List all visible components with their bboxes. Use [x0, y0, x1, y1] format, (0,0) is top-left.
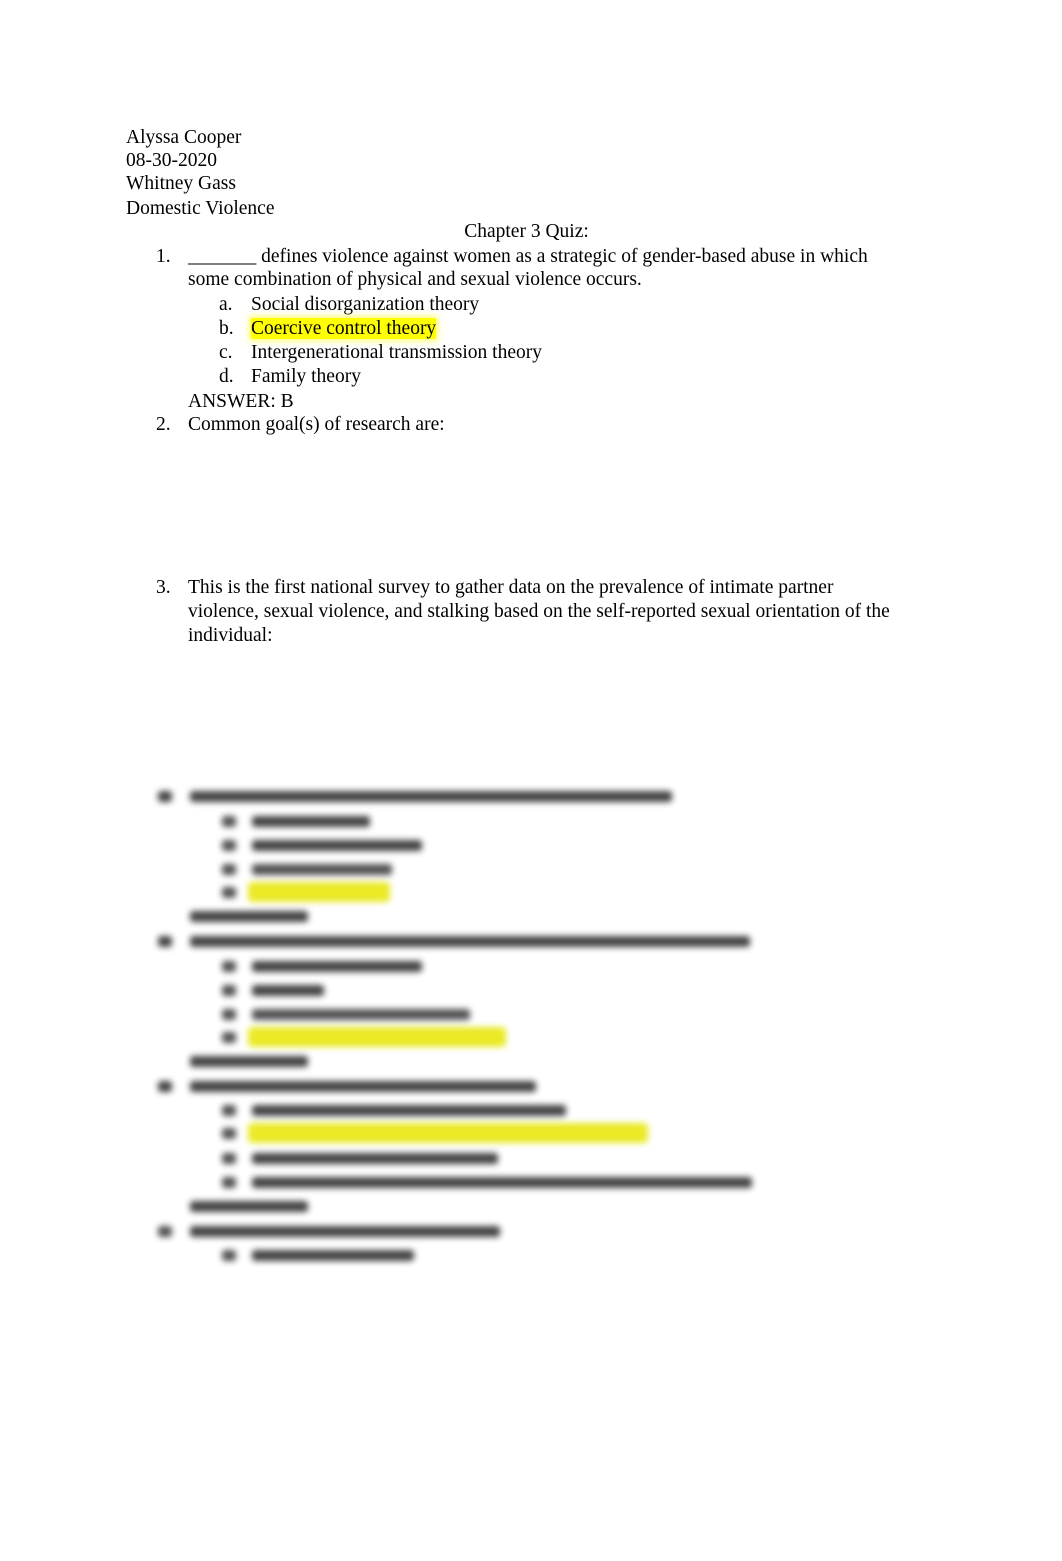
blurred-text [252, 1105, 566, 1116]
blurred-text [222, 961, 236, 972]
blurred-text [190, 791, 672, 802]
blurred-text [158, 936, 172, 947]
course-name: Domestic Violence [126, 198, 275, 219]
question-text: some combination of physical and sexual … [188, 269, 642, 290]
question-text: individual: [188, 625, 273, 646]
blurred-text [252, 961, 422, 972]
blurred-text [252, 840, 422, 851]
blurred-text [222, 887, 236, 898]
blurred-text [252, 864, 392, 875]
blurred-text [190, 1081, 536, 1092]
question-text: _______ defines violence against women a… [188, 246, 868, 267]
blurred-text [252, 985, 324, 996]
question-text: Common goal(s) of research are: [188, 414, 445, 435]
question-text: violence, sexual violence, and stalking … [188, 601, 890, 622]
document-page: Alyssa Cooper 08-30-2020 Whitney Gass Do… [0, 0, 1062, 1561]
question-text: This is the first national survey to gat… [188, 577, 834, 598]
option-letter: a. [219, 294, 233, 315]
option-letter: c. [219, 342, 233, 363]
option-text: Family theory [251, 366, 361, 387]
blurred-highlight [248, 882, 390, 902]
blurred-text [158, 1081, 172, 1092]
blurred-text [252, 816, 370, 827]
blurred-preview-region [0, 783, 1062, 1283]
blurred-text [222, 1153, 236, 1164]
blurred-text [222, 1032, 236, 1043]
blurred-text [222, 816, 236, 827]
blurred-text [252, 1250, 414, 1261]
blurred-text [190, 1226, 500, 1237]
blurred-text [158, 1226, 172, 1237]
blurred-text [190, 1056, 308, 1067]
question-number: 2. [156, 414, 171, 435]
blurred-highlight [248, 1123, 648, 1143]
blurred-text [222, 985, 236, 996]
blurred-text [222, 1009, 236, 1020]
quiz-title: Chapter 3 Quiz: [464, 221, 589, 242]
highlighted-option-text: Coercive control theory [251, 318, 437, 339]
option-text: Social disorganization theory [251, 294, 480, 315]
option-letter: b. [219, 318, 234, 339]
date: 08-30-2020 [126, 150, 217, 171]
blurred-text [252, 1153, 498, 1164]
blurred-text [252, 1177, 752, 1188]
blurred-text [252, 1009, 470, 1020]
blurred-highlight [248, 1027, 506, 1047]
answer-line: ANSWER: B [188, 391, 294, 412]
instructor-name: Whitney Gass [126, 173, 236, 194]
option-text: Intergenerational transmission theory [251, 342, 542, 363]
student-name: Alyssa Cooper [126, 127, 242, 148]
blurred-text [222, 1105, 236, 1116]
blurred-text [190, 1201, 308, 1212]
blurred-text [190, 911, 308, 922]
blurred-text [222, 1250, 236, 1261]
blurred-text [222, 1177, 236, 1188]
blurred-text [222, 840, 236, 851]
blurred-text [222, 864, 236, 875]
blurred-text [190, 936, 750, 947]
option-letter: d. [219, 366, 234, 387]
blurred-text [222, 1128, 236, 1139]
question-number: 3. [156, 577, 171, 598]
blurred-text [158, 791, 172, 802]
question-number: 1. [156, 246, 171, 267]
